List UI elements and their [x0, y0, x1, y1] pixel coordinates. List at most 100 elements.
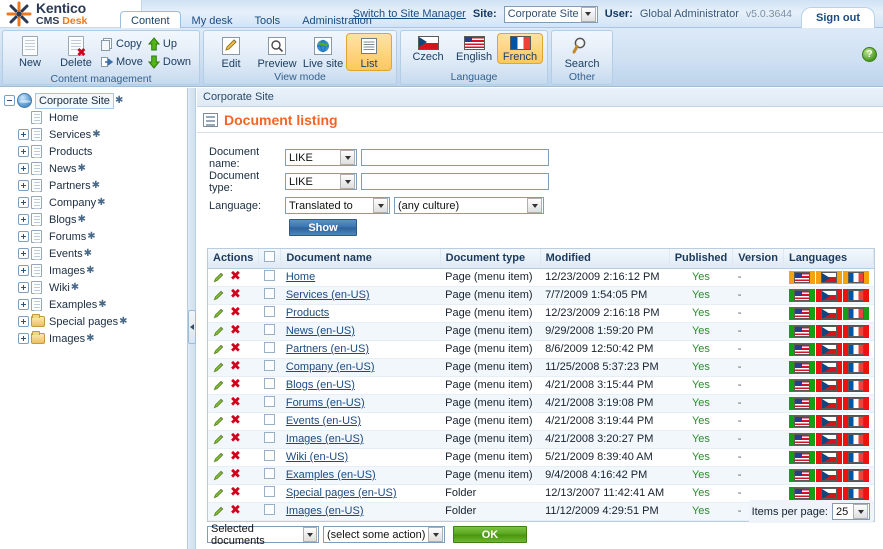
tree-expand-icon[interactable]: [18, 163, 29, 174]
select-all-checkbox[interactable]: [264, 251, 276, 263]
language-status-flag-us[interactable]: [788, 360, 815, 374]
edit-icon[interactable]: [213, 325, 225, 337]
tree-node-label[interactable]: Home: [49, 112, 78, 124]
delete-icon[interactable]: ✖: [230, 468, 241, 481]
language-status-flag-cz[interactable]: [815, 306, 842, 320]
tree-expand-icon[interactable]: [18, 248, 29, 259]
row-document-name-text[interactable]: Examples (en-US): [286, 469, 376, 481]
edit-icon[interactable]: [213, 271, 225, 283]
row-document-name-text[interactable]: Company (en-US): [286, 361, 375, 373]
tree-expand-icon[interactable]: [18, 129, 29, 140]
tree-node[interactable]: News ✱: [4, 160, 187, 177]
language-status-flag-fr[interactable]: [842, 450, 869, 464]
delete-icon[interactable]: ✖: [230, 450, 241, 463]
tree-node-label[interactable]: Images: [49, 265, 85, 277]
row-checkbox[interactable]: [263, 378, 275, 389]
sign-out-button[interactable]: Sign out: [801, 7, 875, 29]
help-icon-ribbon[interactable]: ?: [862, 47, 877, 62]
language-status-flag-fr[interactable]: [842, 342, 869, 356]
edit-icon[interactable]: [213, 415, 225, 427]
language-status-flag-fr[interactable]: [842, 270, 869, 284]
tree-node-label[interactable]: News: [49, 163, 77, 175]
row-checkbox[interactable]: [263, 432, 275, 443]
row-document-name-text[interactable]: Images (en-US): [286, 433, 364, 445]
tree-expand-icon[interactable]: [18, 282, 29, 293]
down-button[interactable]: Down: [147, 53, 195, 71]
row-checkbox[interactable]: [263, 306, 275, 317]
row-checkbox[interactable]: [263, 324, 275, 335]
language-status-flag-cz[interactable]: [815, 288, 842, 302]
row-checkbox[interactable]: [263, 414, 275, 425]
language-status-flag-fr[interactable]: [842, 324, 869, 338]
tree-node[interactable]: Blogs ✱: [4, 211, 187, 228]
show-button[interactable]: Show: [289, 219, 357, 236]
language-status-flag-cz[interactable]: [815, 468, 842, 482]
language-status-flag-fr[interactable]: [842, 306, 869, 320]
delete-icon[interactable]: ✖: [230, 378, 241, 391]
column-published[interactable]: Published: [669, 249, 734, 269]
language-status-flag-us[interactable]: [788, 270, 815, 284]
language-french-button[interactable]: French: [497, 33, 544, 64]
language-status-flag-fr[interactable]: [842, 378, 869, 392]
tree-collapse-icon[interactable]: [4, 95, 15, 106]
delete-icon[interactable]: ✖: [230, 306, 241, 319]
language-status-flag-fr[interactable]: [842, 414, 869, 428]
edit-icon[interactable]: [213, 289, 225, 301]
delete-icon[interactable]: ✖: [230, 486, 241, 499]
row-document-name-text[interactable]: Home: [286, 271, 315, 283]
row-document-name-text[interactable]: Events (en-US): [286, 415, 361, 427]
tree-node-label[interactable]: Forums: [49, 231, 86, 243]
language-status-flag-us[interactable]: [788, 306, 815, 320]
language-culture-select[interactable]: (any culture): [394, 197, 544, 214]
language-status-flag-us[interactable]: [788, 396, 815, 410]
row-checkbox[interactable]: [263, 288, 275, 299]
edit-icon[interactable]: [213, 397, 225, 409]
search-button[interactable]: Search: [556, 33, 608, 71]
row-checkbox[interactable]: [263, 360, 275, 371]
tree-expand-icon[interactable]: [18, 180, 29, 191]
language-status-flag-fr[interactable]: [842, 468, 869, 482]
language-status-flag-cz[interactable]: [815, 360, 842, 374]
language-status-flag-fr[interactable]: [842, 432, 869, 446]
tree-node[interactable]: Images ✱: [4, 262, 187, 279]
language-operator-select[interactable]: Translated to: [285, 197, 390, 214]
tree-node[interactable]: Images ✱: [4, 330, 187, 347]
delete-icon[interactable]: ✖: [230, 360, 241, 373]
tree-node-label[interactable]: Company: [49, 197, 96, 209]
tree-node[interactable]: Home: [4, 109, 187, 126]
language-status-flag-us[interactable]: [788, 378, 815, 392]
row-document-name-text[interactable]: Special pages (en-US): [286, 487, 397, 499]
delete-icon[interactable]: ✖: [230, 324, 241, 337]
tree-expand-icon[interactable]: [18, 299, 29, 310]
document-name-input[interactable]: [361, 149, 549, 166]
delete-icon[interactable]: ✖: [230, 504, 241, 517]
edit-icon[interactable]: [213, 343, 225, 355]
tree-node-label[interactable]: Special pages: [49, 316, 118, 328]
tree-node[interactable]: Events ✱: [4, 245, 187, 262]
tree-node-label[interactable]: Products: [49, 146, 92, 158]
tree-expand-icon[interactable]: [18, 316, 29, 327]
delete-icon[interactable]: ✖: [230, 270, 241, 283]
tree-expand-icon[interactable]: [18, 265, 29, 276]
tree-node[interactable]: Forums ✱: [4, 228, 187, 245]
row-checkbox[interactable]: [263, 270, 275, 281]
column-modified[interactable]: Modified: [540, 249, 670, 269]
copy-button[interactable]: Copy: [99, 35, 147, 53]
language-status-flag-us[interactable]: [788, 288, 815, 302]
language-status-flag-us[interactable]: [788, 450, 815, 464]
edit-icon[interactable]: [213, 307, 225, 319]
edit-icon[interactable]: [213, 433, 225, 445]
row-document-name-text[interactable]: News (en-US): [286, 325, 355, 337]
row-checkbox[interactable]: [263, 396, 275, 407]
edit-icon[interactable]: [213, 469, 225, 481]
document-type-operator-select[interactable]: LIKE: [285, 173, 357, 190]
live-site-button[interactable]: Live site: [300, 33, 346, 71]
tree-root-label[interactable]: Corporate Site: [35, 92, 114, 109]
language-status-flag-cz[interactable]: [815, 396, 842, 410]
tree-node-label[interactable]: Partners: [49, 180, 91, 192]
tree-expand-icon[interactable]: [18, 231, 29, 242]
language-status-flag-cz[interactable]: [815, 450, 842, 464]
delete-icon[interactable]: ✖: [230, 432, 241, 445]
row-document-name-text[interactable]: Images (en-US): [286, 505, 364, 517]
row-checkbox[interactable]: [263, 450, 275, 461]
